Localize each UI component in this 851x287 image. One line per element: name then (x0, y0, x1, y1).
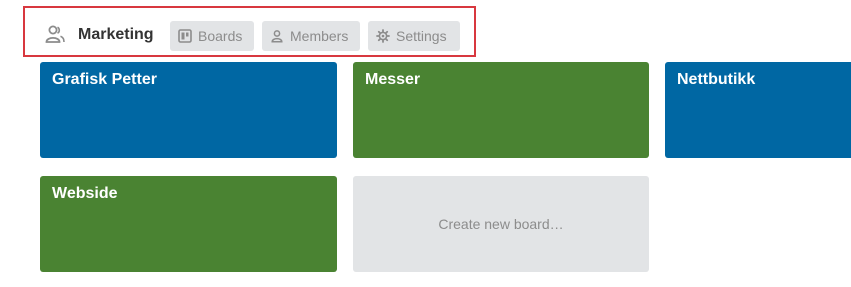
tab-settings[interactable]: Settings (368, 21, 460, 51)
tab-settings-label: Settings (396, 28, 447, 44)
tab-members-label: Members (290, 28, 349, 44)
team-name: Marketing (78, 26, 154, 43)
person-icon (271, 30, 283, 43)
tab-boards-label: Boards (198, 28, 243, 44)
tab-boards[interactable]: Boards (170, 21, 254, 51)
board-title: Nettbutikk (677, 71, 756, 88)
gear-icon (376, 29, 390, 43)
board-title: Grafisk Petter (52, 71, 157, 88)
board-tile[interactable]: Messer (353, 62, 649, 158)
tab-members[interactable]: Members (262, 21, 360, 51)
board-title: Webside (52, 185, 118, 202)
create-board-button[interactable]: Create new board… (353, 176, 649, 272)
team-header: Marketing Boards Members Settings (23, 6, 476, 57)
board-title: Messer (365, 71, 421, 88)
team-icon (45, 25, 65, 43)
create-board-label: Create new board… (438, 216, 564, 232)
board-tile[interactable]: Nettbutikk (665, 62, 851, 158)
board-icon (178, 29, 192, 43)
board-tile[interactable]: Webside (40, 176, 337, 272)
board-tile[interactable]: Grafisk Petter (40, 62, 337, 158)
